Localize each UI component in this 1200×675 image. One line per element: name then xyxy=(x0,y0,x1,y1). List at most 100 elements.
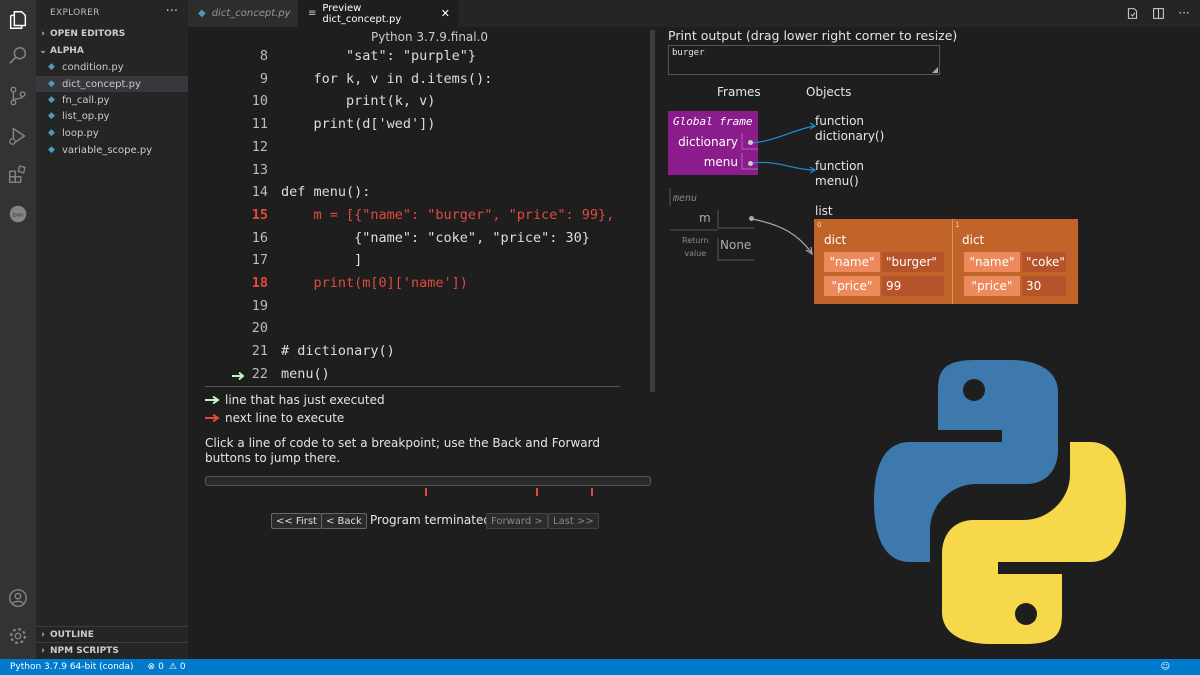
code-line[interactable]: 9 for k, v in d.items(): xyxy=(200,71,640,93)
last-button[interactable]: Last >> xyxy=(548,513,599,529)
explorer-icon[interactable] xyxy=(6,8,30,32)
line-number[interactable]: 16 xyxy=(200,230,268,246)
file-item[interactable]: ◆ list_op.py xyxy=(36,108,188,124)
code-text: "sat": "purple"} xyxy=(281,48,477,64)
return-label-l1: Return xyxy=(682,236,709,245)
chevron-right-icon: › xyxy=(41,646,45,656)
more-actions-icon[interactable]: ··· xyxy=(166,4,178,19)
instructions-text: Click a line of code to set a breakpoint… xyxy=(205,436,600,465)
open-source-icon[interactable] xyxy=(1124,5,1140,21)
line-number[interactable]: 15 xyxy=(200,207,268,223)
resize-handle-icon[interactable] xyxy=(932,67,938,73)
python-file-icon: ◆ xyxy=(48,145,55,155)
code-line[interactable]: 20 xyxy=(200,320,640,342)
line-number[interactable]: 19 xyxy=(200,298,268,314)
more-actions-icon[interactable]: ··· xyxy=(1176,5,1192,21)
file-item[interactable]: ◆ variable_scope.py xyxy=(36,142,188,158)
program-status: Program terminated xyxy=(370,513,491,527)
line-number[interactable]: 13 xyxy=(200,162,268,178)
source-control-icon[interactable] xyxy=(6,84,30,108)
first-button[interactable]: << First xyxy=(271,513,322,529)
status-bar: Python 3.7.9 64-bit (conda) ⊗ 0 ⚠ 0 ☺ xyxy=(0,659,1200,675)
npm-scripts-label: NPM SCRIPTS xyxy=(50,646,119,656)
file-item[interactable]: ◆ condition.py xyxy=(36,59,188,75)
code-line[interactable]: 21 # dictionary() xyxy=(200,343,640,365)
code-line[interactable]: 8 "sat": "purple"} xyxy=(200,48,640,70)
account-icon[interactable] xyxy=(6,586,30,610)
file-item-active[interactable]: ◆ dict_concept.py xyxy=(36,76,188,92)
explorer-sidebar: EXPLORER ··· › OPEN EDITORS ⌄ ALPHA ◆ con… xyxy=(36,0,188,659)
dict-value: 99 xyxy=(882,276,944,296)
list-divider xyxy=(952,219,953,304)
code-line[interactable]: 10 print(k, v) xyxy=(200,93,640,115)
line-number[interactable]: 17 xyxy=(200,252,268,268)
file-name: list_op.py xyxy=(62,110,110,122)
dict-value: "coke" xyxy=(1022,252,1066,272)
folder-label: ALPHA xyxy=(50,46,84,56)
line-number[interactable]: 18 xyxy=(200,275,268,291)
line-number[interactable]: 20 xyxy=(200,320,268,336)
file-item[interactable]: ◆ fn_call.py xyxy=(36,92,188,108)
python-file-icon: ◆ xyxy=(48,79,55,89)
split-editor-icon[interactable] xyxy=(1150,5,1166,21)
line-number[interactable]: 9 xyxy=(200,71,268,87)
code-line[interactable]: 16 {"name": "coke", "price": 30} xyxy=(200,230,640,252)
tab-label: dict_concept.py xyxy=(211,8,291,19)
close-icon[interactable]: ✕ xyxy=(441,7,450,20)
line-number[interactable]: 21 xyxy=(200,343,268,359)
warning-icon[interactable]: ⚠ xyxy=(169,662,177,672)
json-icon[interactable]: Json xyxy=(6,202,30,226)
code-text: def menu(): xyxy=(281,184,371,201)
run-debug-icon[interactable] xyxy=(6,124,30,148)
line-number[interactable]: 14 xyxy=(200,184,268,200)
legend-executed-text: line that has just executed xyxy=(225,393,385,407)
code-line[interactable]: 15 m = [{"name": "burger", "price": 99}, xyxy=(200,207,640,229)
extensions-icon[interactable] xyxy=(6,162,30,186)
green-arrow-icon xyxy=(205,396,220,404)
line-number[interactable]: 11 xyxy=(200,116,268,132)
print-output-box[interactable]: burger xyxy=(668,45,940,75)
error-icon[interactable]: ⊗ xyxy=(148,662,156,672)
code-line[interactable]: 11 print(d['wed']) xyxy=(200,116,640,138)
forward-button[interactable]: Forward > xyxy=(486,513,548,529)
return-value: None xyxy=(720,238,752,252)
python-file-icon: ◆ xyxy=(48,62,55,72)
feedback-icon[interactable]: ☺ xyxy=(1161,662,1170,672)
line-number[interactable]: 12 xyxy=(200,139,268,155)
dict-label: dict xyxy=(962,233,985,247)
list-index: 1 xyxy=(955,221,960,229)
settings-gear-icon[interactable] xyxy=(6,624,30,648)
back-button[interactable]: < Back xyxy=(321,513,367,529)
python-file-icon: ◆ xyxy=(48,95,55,105)
open-editors-section[interactable]: › OPEN EDITORS xyxy=(36,26,188,42)
editor-tab-bar: ◆ dict_concept.py ≡ Preview dict_concept… xyxy=(188,0,1200,27)
file-item[interactable]: ◆ loop.py xyxy=(36,125,188,141)
code-line[interactable]: 14 def menu(): xyxy=(200,184,640,206)
code-text: {"name": "coke", "price": 30} xyxy=(281,229,590,246)
code-text: m = [{"name": "burger", "price": 99}, xyxy=(281,206,615,223)
search-icon[interactable] xyxy=(6,44,30,68)
code-text: print(k, v) xyxy=(281,93,436,110)
tab-preview[interactable]: ≡ Preview dict_concept.py ✕ xyxy=(298,0,458,27)
objects-header: Objects xyxy=(806,85,852,99)
code-line[interactable]: 17 ] xyxy=(200,252,640,274)
code-line[interactable]: 18 print(m[0]['name']) xyxy=(200,275,640,297)
code-scrollbar[interactable] xyxy=(650,30,655,392)
folder-alpha[interactable]: ⌄ ALPHA xyxy=(36,43,188,59)
line-number[interactable]: 10 xyxy=(200,93,268,109)
line-number[interactable]: 8 xyxy=(200,48,268,64)
code-line[interactable]: 22 menu() xyxy=(200,366,640,388)
outline-section[interactable]: › OUTLINE xyxy=(36,626,188,643)
code-line[interactable]: 13 xyxy=(200,162,640,184)
tab-dict-concept[interactable]: ◆ dict_concept.py xyxy=(188,0,299,27)
svg-text:Json: Json xyxy=(11,212,24,218)
code-line[interactable]: 12 xyxy=(200,139,640,161)
python-file-icon: ◆ xyxy=(198,8,206,19)
npm-scripts-section[interactable]: › NPM SCRIPTS xyxy=(36,642,188,659)
chevron-down-icon: ⌄ xyxy=(39,46,47,56)
dict-key: "name" xyxy=(964,252,1020,272)
code-line[interactable]: 19 xyxy=(200,298,640,320)
python-logo-icon xyxy=(874,360,1126,644)
python-interpreter[interactable]: Python 3.7.9 64-bit (conda) xyxy=(10,662,134,672)
execution-slider[interactable] xyxy=(205,476,651,486)
